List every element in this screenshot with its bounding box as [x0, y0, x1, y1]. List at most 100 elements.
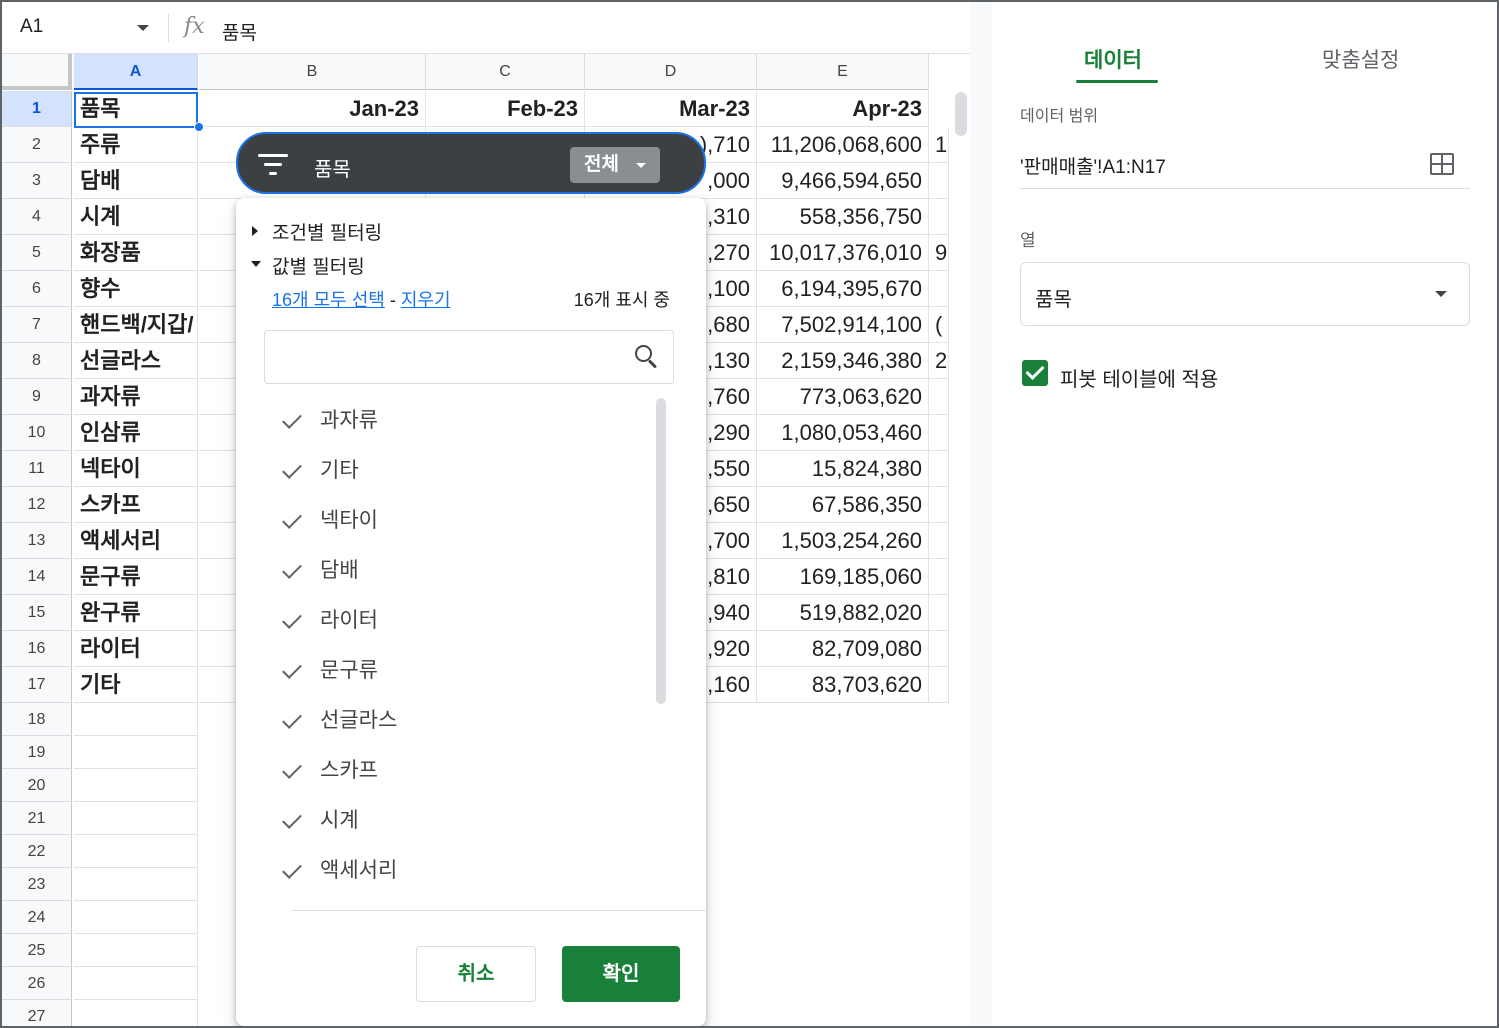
grid-cell[interactable]: [74, 934, 198, 967]
grid-cell-partial[interactable]: 2: [929, 343, 949, 379]
tab-data[interactable]: 데이터: [1084, 44, 1142, 74]
grid-cell-partial[interactable]: [929, 559, 949, 595]
row-header-10[interactable]: 10: [2, 415, 72, 451]
row-header-7[interactable]: 7: [2, 307, 72, 343]
grid-cell[interactable]: 선글라스: [74, 343, 198, 379]
ok-button[interactable]: 확인: [562, 946, 680, 1002]
row-header-27[interactable]: 27: [2, 1000, 72, 1026]
grid-cell[interactable]: 7,502,914,100: [757, 307, 929, 343]
grid-cell[interactable]: 완구류: [74, 595, 198, 631]
grid-cell[interactable]: [74, 901, 198, 934]
grid-scrollbar[interactable]: [955, 92, 967, 136]
grid-cell[interactable]: [757, 967, 929, 1000]
grid-cell[interactable]: [74, 835, 198, 868]
column-header-a[interactable]: A: [74, 54, 198, 90]
grid-cell[interactable]: Apr-23: [757, 91, 929, 127]
filter-all-button[interactable]: 전체: [570, 147, 660, 183]
grid-cell[interactable]: [757, 736, 929, 769]
grid-cell[interactable]: 문구류: [74, 559, 198, 595]
row-header-13[interactable]: 13: [2, 523, 72, 559]
grid-cell[interactable]: [74, 802, 198, 835]
select-all-link[interactable]: 16개 모두 선택: [272, 290, 385, 310]
grid-cell[interactable]: 82,709,080: [757, 631, 929, 667]
grid-cell[interactable]: 과자류: [74, 379, 198, 415]
grid-cell[interactable]: [74, 1000, 198, 1026]
select-all-corner[interactable]: [2, 54, 72, 90]
list-scrollbar[interactable]: [656, 398, 666, 704]
grid-cell-partial[interactable]: [929, 523, 949, 559]
row-header-25[interactable]: 25: [2, 934, 72, 967]
row-header-18[interactable]: 18: [2, 703, 72, 736]
row-header-19[interactable]: 19: [2, 736, 72, 769]
column-header-c[interactable]: C: [426, 54, 585, 90]
grid-cell[interactable]: 6,194,395,670: [757, 271, 929, 307]
tab-customize[interactable]: 맞춤설정: [1322, 44, 1399, 74]
grid-cell[interactable]: [757, 901, 929, 934]
grid-cell-partial[interactable]: [929, 379, 949, 415]
grid-cell[interactable]: 2,159,346,380: [757, 343, 929, 379]
grid-cell[interactable]: [757, 703, 929, 736]
grid-cell[interactable]: Jan-23: [199, 91, 426, 127]
grid-cell[interactable]: [74, 703, 198, 736]
grid-cell[interactable]: [74, 967, 198, 1000]
row-header-16[interactable]: 16: [2, 631, 72, 667]
grid-cell-partial[interactable]: [929, 163, 949, 199]
row-header-11[interactable]: 11: [2, 451, 72, 487]
grid-cell[interactable]: 11,206,068,600: [757, 127, 929, 163]
grid-cell[interactable]: 담배: [74, 163, 198, 199]
row-header-20[interactable]: 20: [2, 769, 72, 802]
grid-cell[interactable]: [757, 802, 929, 835]
grid-cell[interactable]: 핸드백/지갑/: [74, 307, 198, 343]
grid-cell[interactable]: 558,356,750: [757, 199, 929, 235]
column-header-e[interactable]: E: [757, 54, 929, 90]
grid-cell[interactable]: 기타: [74, 667, 198, 703]
grid-cell[interactable]: 9,466,594,650: [757, 163, 929, 199]
grid-cell[interactable]: [74, 868, 198, 901]
grid-cell-partial[interactable]: [929, 451, 949, 487]
name-box[interactable]: A1: [20, 16, 155, 42]
filter-search-input[interactable]: [264, 330, 674, 384]
row-header-2[interactable]: 2: [2, 127, 72, 163]
select-range-icon[interactable]: [1430, 153, 1454, 175]
grid-cell[interactable]: 1,080,053,460: [757, 415, 929, 451]
column-header-d[interactable]: D: [585, 54, 757, 90]
column-select[interactable]: 품목: [1020, 262, 1470, 326]
grid-cell-partial[interactable]: [929, 415, 949, 451]
row-header-3[interactable]: 3: [2, 163, 72, 199]
grid-cell[interactable]: [757, 934, 929, 967]
grid-cell[interactable]: 액세서리: [74, 523, 198, 559]
grid-cell-partial[interactable]: [929, 631, 949, 667]
row-header-14[interactable]: 14: [2, 559, 72, 595]
apply-pivot-checkbox[interactable]: [1022, 360, 1048, 386]
row-header-9[interactable]: 9: [2, 379, 72, 415]
row-header-23[interactable]: 23: [2, 868, 72, 901]
row-header-5[interactable]: 5: [2, 235, 72, 271]
grid-cell[interactable]: 1,503,254,260: [757, 523, 929, 559]
grid-cell[interactable]: 라이터: [74, 631, 198, 667]
row-header-26[interactable]: 26: [2, 967, 72, 1000]
grid-cell[interactable]: 773,063,620: [757, 379, 929, 415]
column-header-b[interactable]: B: [199, 54, 426, 90]
row-header-17[interactable]: 17: [2, 667, 72, 703]
grid-cell[interactable]: 83,703,620: [757, 667, 929, 703]
grid-cell[interactable]: 67,586,350: [757, 487, 929, 523]
clear-link[interactable]: 지우기: [401, 290, 451, 310]
grid-cell[interactable]: 169,185,060: [757, 559, 929, 595]
row-header-4[interactable]: 4: [2, 199, 72, 235]
grid-cell[interactable]: [74, 769, 198, 802]
chevron-down-icon[interactable]: [137, 25, 149, 31]
grid-cell[interactable]: 화장품: [74, 235, 198, 271]
filter-by-values[interactable]: 값별 필터링: [251, 252, 365, 279]
row-header-6[interactable]: 6: [2, 271, 72, 307]
grid-cell[interactable]: 15,824,380: [757, 451, 929, 487]
row-header-12[interactable]: 12: [2, 487, 72, 523]
grid-cell-partial[interactable]: 9: [929, 235, 949, 271]
formula-input[interactable]: 품목: [222, 18, 257, 45]
grid-cell[interactable]: [757, 868, 929, 901]
row-header-15[interactable]: 15: [2, 595, 72, 631]
row-header-8[interactable]: 8: [2, 343, 72, 379]
row-header-1[interactable]: 1: [2, 91, 72, 127]
grid-cell[interactable]: [757, 835, 929, 868]
filter-by-condition[interactable]: 조건별 필터링: [252, 218, 382, 245]
row-header-22[interactable]: 22: [2, 835, 72, 868]
